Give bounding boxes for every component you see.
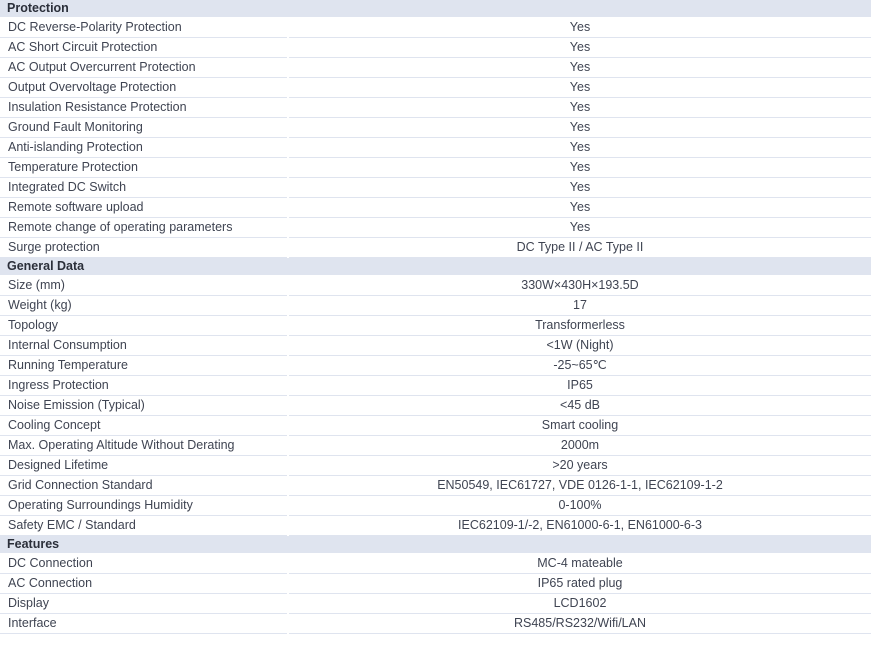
spec-label: Output Overvoltage Protection [0,77,289,98]
spec-value: 0-100% [287,495,871,516]
spec-label: Temperature Protection [0,157,289,178]
spec-value: -25~65℃ [287,355,871,376]
spec-label: Anti-islanding Protection [0,137,289,158]
spec-label: Surge protection [0,237,289,258]
spec-label: Ground Fault Monitoring [0,117,289,138]
section-header-spacer [288,0,871,18]
table-row: Designed Lifetime >20 years [0,455,871,476]
spec-label: DC Reverse-Polarity Protection [0,17,289,38]
section-header-spacer [288,535,871,554]
spec-value: 2000m [287,435,871,456]
table-row: Remote software upload Yes [0,197,871,218]
section-header-row: Features [0,535,871,554]
spec-value: <45 dB [287,395,871,416]
spec-label: Max. Operating Altitude Without Derating [0,435,289,456]
table-row: Cooling Concept Smart cooling [0,415,871,436]
spec-label: Insulation Resistance Protection [0,97,289,118]
table-row: Running Temperature -25~65℃ [0,355,871,376]
table-row: Anti-islanding Protection Yes [0,137,871,158]
table-row: Weight (kg) 17 [0,295,871,316]
table-row: Integrated DC Switch Yes [0,177,871,198]
spec-value: Transformerless [287,315,871,336]
spec-label: Noise Emission (Typical) [0,395,289,416]
spec-label: Running Temperature [0,355,289,376]
spec-value: IP65 rated plug [287,573,871,594]
table-row: Temperature Protection Yes [0,157,871,178]
section-header-row: Protection [0,0,871,18]
section-title: Features [0,535,288,554]
spec-value: Yes [287,157,871,178]
spec-label: Integrated DC Switch [0,177,289,198]
spec-value: Yes [287,177,871,198]
spec-value: Smart cooling [287,415,871,436]
spec-label: Weight (kg) [0,295,289,316]
spec-label: Safety EMC / Standard [0,515,289,536]
table-row: Noise Emission (Typical) <45 dB [0,395,871,416]
spec-value: Yes [287,117,871,138]
specifications-table: Protection DC Reverse-Polarity Protection… [0,0,871,634]
table-row: Display LCD1602 [0,593,871,614]
spec-value: Yes [287,217,871,238]
spec-value: Yes [287,197,871,218]
spec-label: Operating Surroundings Humidity [0,495,289,516]
spec-value: Yes [287,97,871,118]
table-row: Insulation Resistance Protection Yes [0,97,871,118]
spec-label: Internal Consumption [0,335,289,356]
spec-label: Topology [0,315,289,336]
table-row: Interface RS485/RS232/Wifi/LAN [0,613,871,634]
spec-label: Remote change of operating parameters [0,217,289,238]
spec-label: AC Short Circuit Protection [0,37,289,58]
table-row: Max. Operating Altitude Without Derating… [0,435,871,456]
spec-value: DC Type II / AC Type II [287,237,871,258]
spec-label: Ingress Protection [0,375,289,396]
spec-label: Interface [0,613,289,634]
spec-value: 330W×430H×193.5D [287,275,871,296]
spec-value: MC-4 mateable [287,553,871,574]
spec-label: AC Output Overcurrent Protection [0,57,289,78]
table-row: DC Connection MC-4 mateable [0,553,871,574]
spec-value: Yes [287,17,871,38]
spec-label: AC Connection [0,573,289,594]
spec-label: Cooling Concept [0,415,289,436]
spec-value: >20 years [287,455,871,476]
table-row: Surge protection DC Type II / AC Type II [0,237,871,258]
table-row: Ingress Protection IP65 [0,375,871,396]
table-row: Internal Consumption <1W (Night) [0,335,871,356]
table-row: AC Connection IP65 rated plug [0,573,871,594]
table-row: DC Reverse-Polarity Protection Yes [0,17,871,38]
spec-value: Yes [287,77,871,98]
table-row: Output Overvoltage Protection Yes [0,77,871,98]
table-row: Remote change of operating parameters Yes [0,217,871,238]
table-row: Topology Transformerless [0,315,871,336]
table-row: Safety EMC / Standard IEC62109-1/-2, EN61… [0,515,871,536]
spec-value: RS485/RS232/Wifi/LAN [287,613,871,634]
spec-label: Size (mm) [0,275,289,296]
spec-value: IP65 [287,375,871,396]
spec-value: LCD1602 [287,593,871,614]
spec-label: Designed Lifetime [0,455,289,476]
spec-value: Yes [287,37,871,58]
spec-label: Remote software upload [0,197,289,218]
spec-value: EN50549, IEC61727, VDE 0126-1-1, IEC6210… [287,475,871,496]
section-title: General Data [0,257,288,276]
spec-value: IEC62109-1/-2, EN61000-6-1, EN61000-6-3 [287,515,871,536]
spec-value: Yes [287,137,871,158]
specifications-table-body: Protection DC Reverse-Polarity Protection… [0,0,871,634]
table-row: Ground Fault Monitoring Yes [0,117,871,138]
section-title: Protection [0,0,288,18]
section-header-spacer [288,257,871,276]
section-header-row: General Data [0,257,871,276]
table-row: AC Output Overcurrent Protection Yes [0,57,871,78]
spec-label: Display [0,593,289,614]
table-row: Size (mm) 330W×430H×193.5D [0,275,871,296]
table-row: AC Short Circuit Protection Yes [0,37,871,58]
spec-value: Yes [287,57,871,78]
spec-value: 17 [287,295,871,316]
spec-label: Grid Connection Standard [0,475,289,496]
table-row: Operating Surroundings Humidity 0-100% [0,495,871,516]
table-row: Grid Connection Standard EN50549, IEC6172… [0,475,871,496]
spec-label: DC Connection [0,553,289,574]
spec-value: <1W (Night) [287,335,871,356]
